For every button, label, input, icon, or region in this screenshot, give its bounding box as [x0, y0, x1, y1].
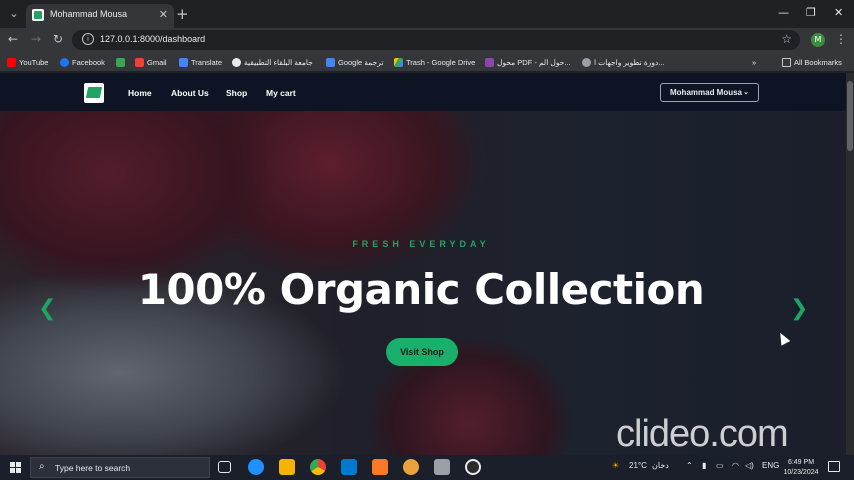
- vscode-icon[interactable]: [341, 459, 357, 475]
- tab-search-icon[interactable]: ⌄: [6, 6, 22, 22]
- file-explorer-icon[interactable]: [279, 459, 295, 475]
- wifi-icon[interactable]: ◠: [732, 461, 739, 470]
- nav-about-us[interactable]: About Us: [171, 88, 209, 98]
- close-window-icon[interactable]: ✕: [834, 6, 843, 19]
- google-drive-icon: [394, 57, 403, 67]
- reload-icon[interactable]: ↻: [53, 32, 63, 46]
- site-navbar: Home About Us Shop My cart Mohammad Mous…: [0, 73, 846, 111]
- profile-avatar[interactable]: M: [811, 33, 825, 47]
- search-icon: ⌕: [39, 461, 45, 472]
- carousel-prev-icon[interactable]: ❮: [38, 296, 56, 321]
- nav-home[interactable]: Home: [128, 88, 152, 98]
- taskbar-clock[interactable]: 6:49 PM 10/23/2024: [778, 458, 824, 478]
- nav-my-cart[interactable]: My cart: [266, 88, 296, 98]
- hero-headline: 100% Organic Collection: [137, 265, 705, 314]
- user-name: Mohammad Mousa: [670, 88, 743, 97]
- bookmark-facebook[interactable]: Facebook: [60, 56, 105, 68]
- bookmark-pdf[interactable]: محول PDF - حول الم...: [485, 56, 571, 68]
- bookmark-course[interactable]: دورة تطوير واجهات ا...: [582, 56, 665, 68]
- restore-icon[interactable]: ❐: [806, 6, 816, 19]
- weather-label: دخان: [652, 461, 669, 470]
- app-bird-icon[interactable]: [403, 459, 419, 475]
- windows-taskbar: ⌕ Type here to search ☀ 21°C دخان ⌃ ▮ ▭ …: [0, 455, 854, 480]
- pdf-icon: [485, 57, 494, 67]
- url-text[interactable]: 127.0.0.1:8000/dashboard: [100, 34, 205, 44]
- tab-active[interactable]: Mohammad Mousa ✕: [26, 4, 174, 28]
- scrollbar-thumb[interactable]: [847, 81, 853, 151]
- app-window-icon[interactable]: [434, 459, 450, 475]
- address-bar[interactable]: i 127.0.0.1:8000/dashboard ☆: [72, 30, 800, 50]
- browser-toolbar: ← → ↻ i 127.0.0.1:8000/dashboard ☆ M ⋮: [0, 28, 854, 52]
- bookmark-app[interactable]: [116, 56, 125, 68]
- watermark: clideo.com: [616, 413, 789, 455]
- bookmark-star-icon[interactable]: ☆: [781, 32, 792, 46]
- xampp-icon[interactable]: [372, 459, 388, 475]
- search-placeholder: Type here to search: [55, 463, 131, 473]
- clock-time: 6:49 PM: [787, 459, 815, 466]
- bookmark-youtube[interactable]: YouTube: [7, 56, 48, 68]
- notification-icon[interactable]: [828, 461, 840, 472]
- bookmark-translate[interactable]: Translate: [179, 56, 222, 68]
- chrome-icon[interactable]: [310, 459, 326, 475]
- edge-icon[interactable]: [248, 459, 264, 475]
- clock-date: 10/23/2024: [783, 469, 819, 476]
- visit-shop-button[interactable]: Visit Shop: [386, 338, 458, 366]
- site-info-icon[interactable]: i: [82, 33, 94, 45]
- tab-title: Mohammad Mousa: [50, 9, 128, 19]
- bookmark-drive-trash[interactable]: Trash - Google Drive: [394, 56, 475, 68]
- close-tab-icon[interactable]: ✕: [159, 8, 168, 21]
- translate-icon: [179, 57, 188, 67]
- facebook-icon: [60, 57, 69, 67]
- translate-icon: [326, 57, 335, 67]
- gmail-icon: [135, 57, 144, 67]
- hero-overlay: [0, 73, 846, 455]
- bookmark-gmail[interactable]: Gmail: [135, 56, 167, 68]
- site-favicon-icon: [32, 9, 44, 21]
- page-scrollbar[interactable]: [846, 73, 854, 455]
- bookmarks-bar: YouTube Facebook Gmail Translate جامعة ا…: [0, 52, 854, 72]
- app-record-icon[interactable]: [465, 459, 481, 475]
- forward-icon[interactable]: →: [31, 32, 41, 46]
- taskbar-search[interactable]: ⌕ Type here to search: [30, 457, 210, 478]
- weather-temp[interactable]: 21°C: [629, 461, 647, 470]
- tray-overflow-icon[interactable]: ⌃: [686, 461, 693, 470]
- tab-strip: ⌄ Mohammad Mousa ✕ + — ❐ ✕: [0, 0, 854, 28]
- back-icon[interactable]: ←: [8, 32, 18, 46]
- bookmark-university[interactable]: جامعة البلقاء التطبيقية: [232, 56, 313, 68]
- hero-section: Home About Us Shop My cart Mohammad Mous…: [0, 73, 846, 455]
- globe-icon: [232, 57, 241, 67]
- menu-kebab-icon[interactable]: ⋮: [835, 32, 847, 46]
- chevron-down-icon: ⌄: [743, 89, 749, 96]
- carousel-next-icon[interactable]: ❯: [790, 296, 808, 321]
- bookmarks-overflow-icon[interactable]: »: [752, 56, 756, 68]
- nav-shop[interactable]: Shop: [226, 88, 247, 98]
- browser-window: ⌄ Mohammad Mousa ✕ + — ❐ ✕ ← → ↻ i 127.0…: [0, 0, 854, 480]
- weather-icon[interactable]: ☀: [612, 461, 619, 470]
- bookmark-google-translate[interactable]: Google ترجمة: [326, 56, 384, 68]
- minimize-icon[interactable]: —: [778, 6, 789, 19]
- course-icon: [582, 57, 591, 67]
- youtube-icon: [7, 57, 16, 67]
- user-dropdown-button[interactable]: Mohammad Mousa ⌄: [660, 83, 759, 102]
- language-indicator[interactable]: ENG: [762, 461, 779, 470]
- volume-icon[interactable]: ◁): [745, 461, 754, 470]
- folder-icon: [782, 57, 791, 67]
- all-bookmarks[interactable]: All Bookmarks: [782, 56, 842, 68]
- site-logo[interactable]: [84, 83, 104, 103]
- windows-start-icon[interactable]: [10, 462, 21, 473]
- task-view-icon[interactable]: [218, 461, 231, 473]
- hero-eyebrow: FRESH EVERYDAY: [352, 239, 490, 249]
- battery-icon[interactable]: ▭: [716, 461, 724, 470]
- new-tab-icon[interactable]: +: [176, 5, 189, 23]
- app-icon: [116, 57, 125, 67]
- microphone-icon[interactable]: ▮: [702, 461, 706, 470]
